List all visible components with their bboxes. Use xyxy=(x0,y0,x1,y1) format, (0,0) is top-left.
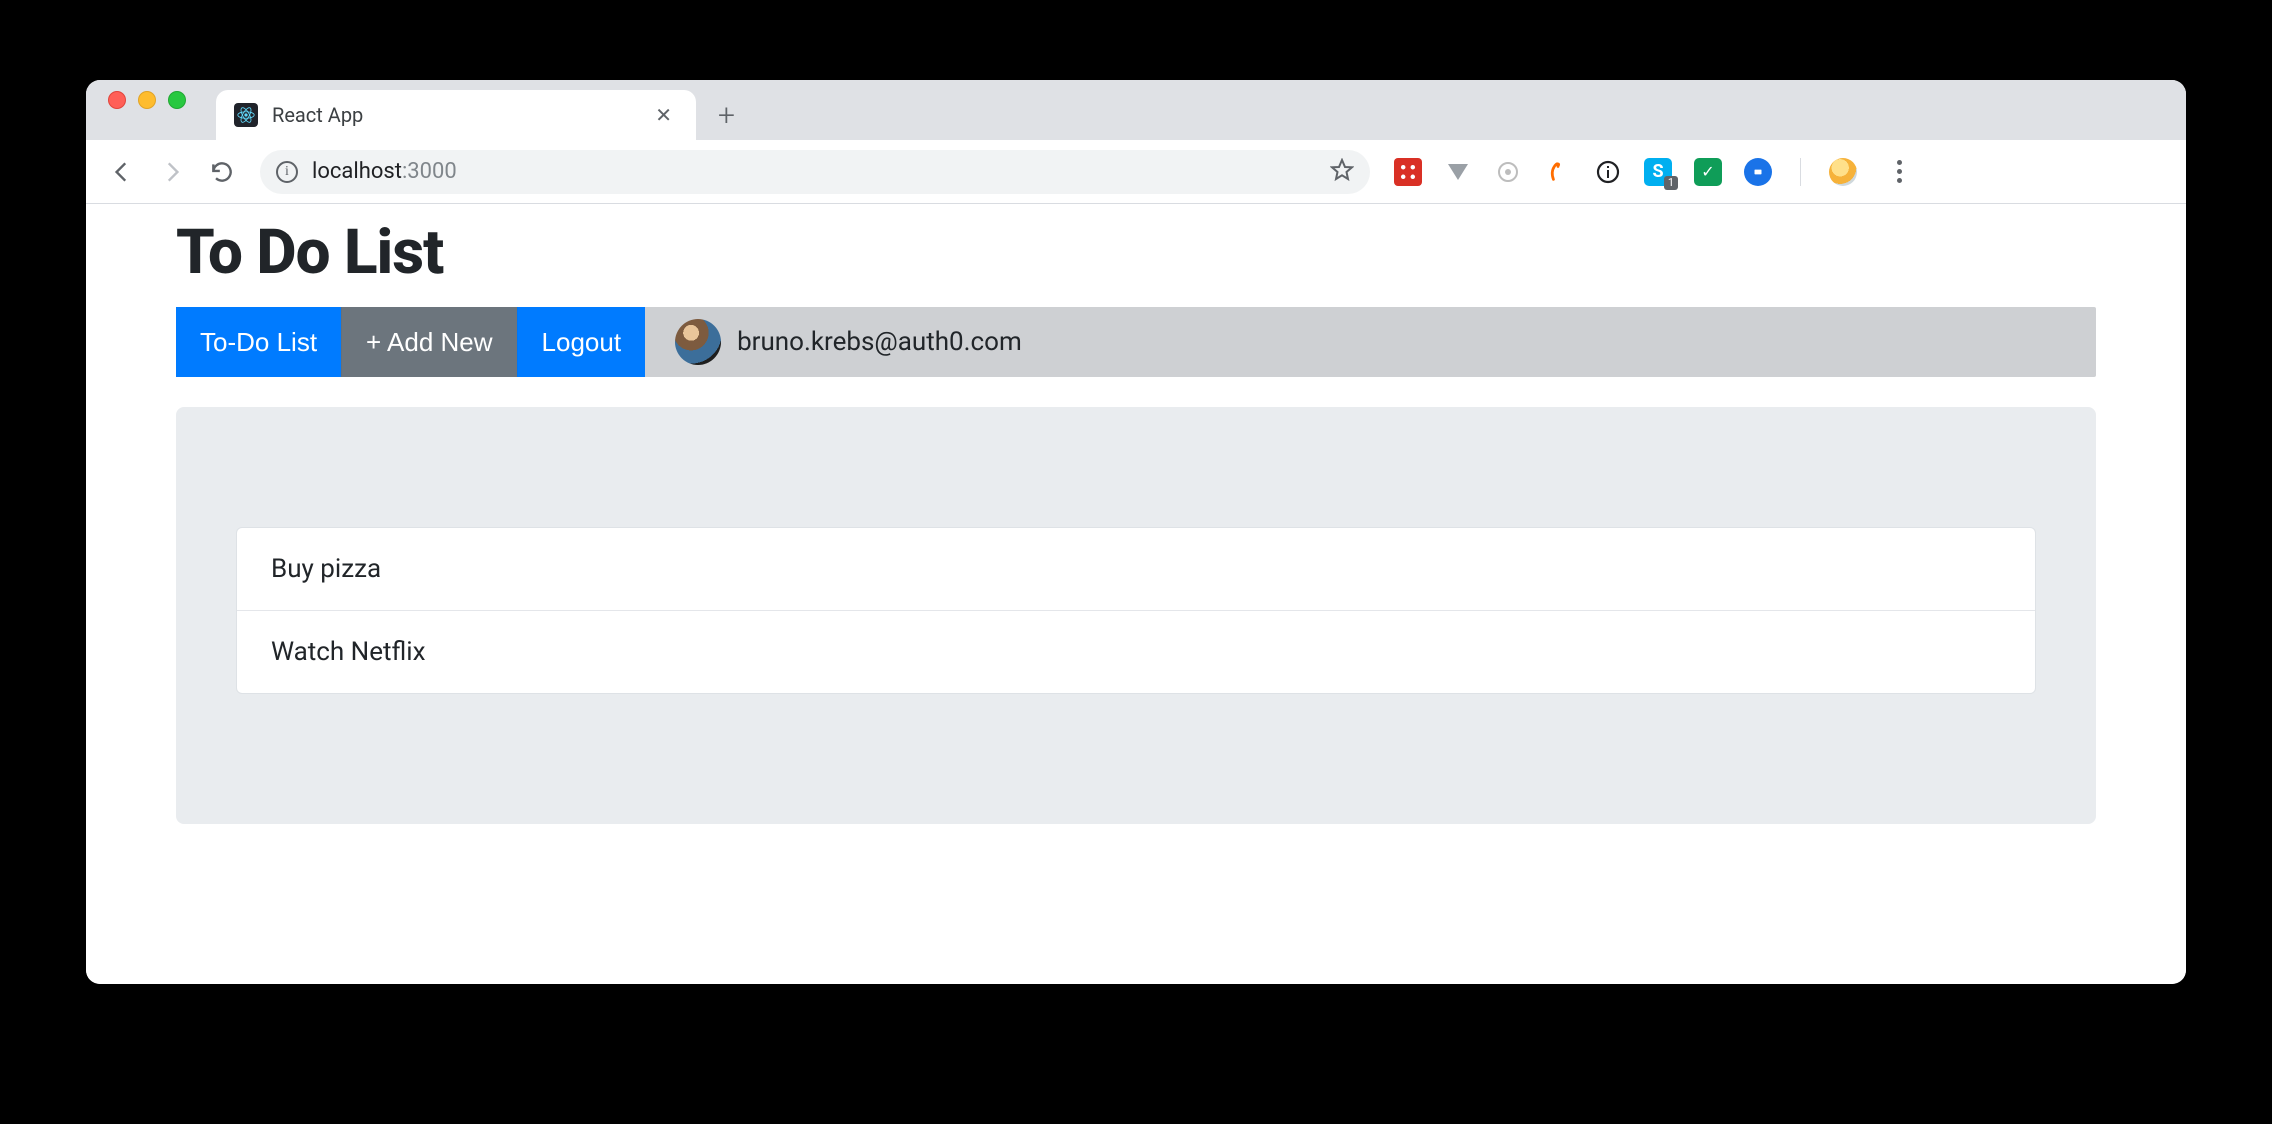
window-minimize-button[interactable] xyxy=(138,91,156,109)
url-port: :3000 xyxy=(402,159,457,184)
logout-button[interactable]: Logout xyxy=(517,307,646,377)
skype-icon[interactable]: S 1 xyxy=(1644,158,1672,186)
extension-icon[interactable] xyxy=(1744,158,1772,186)
add-new-button[interactable]: + Add New xyxy=(341,307,516,377)
window-zoom-button[interactable] xyxy=(168,91,186,109)
browser-window: React App ✕ + i localhost:3000 xyxy=(86,80,2186,984)
separator xyxy=(1800,158,1801,186)
react-favicon-icon xyxy=(234,103,258,127)
address-bar[interactable]: i localhost:3000 xyxy=(260,150,1370,194)
user-avatar-icon xyxy=(675,319,721,365)
site-info-icon[interactable]: i xyxy=(276,161,298,183)
back-button[interactable] xyxy=(100,150,144,194)
browser-tab[interactable]: React App ✕ xyxy=(216,90,696,140)
extension-icon[interactable] xyxy=(1544,158,1572,186)
todo-list: Buy pizza Watch Netflix xyxy=(236,527,2036,694)
url-host: localhost xyxy=(312,159,402,184)
todo-panel: Buy pizza Watch Netflix xyxy=(176,407,2096,824)
list-item[interactable]: Buy pizza xyxy=(237,528,2035,611)
reload-button[interactable] xyxy=(200,150,244,194)
tab-strip: React App ✕ + xyxy=(86,80,2186,140)
profile-avatar-icon[interactable] xyxy=(1829,158,1857,186)
vue-devtools-icon[interactable] xyxy=(1444,158,1472,186)
tab-close-icon[interactable]: ✕ xyxy=(649,99,678,131)
extension-icon[interactable]: ✓ xyxy=(1694,158,1722,186)
app-navbar: To-Do List + Add New Logout bruno.krebs@… xyxy=(176,307,2096,377)
extensions-row: S 1 ✓ xyxy=(1386,158,1927,186)
badge-count: 1 xyxy=(1664,176,1678,190)
todo-list-button[interactable]: To-Do List xyxy=(176,307,341,377)
user-chip: bruno.krebs@auth0.com xyxy=(675,319,1022,365)
tab-title: React App xyxy=(272,103,635,127)
forward-button[interactable] xyxy=(150,150,194,194)
extension-icon[interactable] xyxy=(1594,158,1622,186)
list-item[interactable]: Watch Netflix xyxy=(237,611,2035,693)
url-text: localhost:3000 xyxy=(312,159,457,184)
user-email: bruno.krebs@auth0.com xyxy=(737,327,1022,357)
browser-toolbar: i localhost:3000 xyxy=(86,140,2186,204)
window-controls xyxy=(108,80,186,140)
bookmark-star-icon[interactable] xyxy=(1330,158,1354,186)
window-close-button[interactable] xyxy=(108,91,126,109)
extension-icon[interactable] xyxy=(1394,158,1422,186)
new-tab-button[interactable]: + xyxy=(696,90,757,140)
page-content: To Do List To-Do List + Add New Logout b… xyxy=(86,204,2186,984)
extension-icon[interactable] xyxy=(1494,158,1522,186)
page-title: To Do List xyxy=(176,216,2096,289)
browser-menu-button[interactable] xyxy=(1879,160,1919,183)
